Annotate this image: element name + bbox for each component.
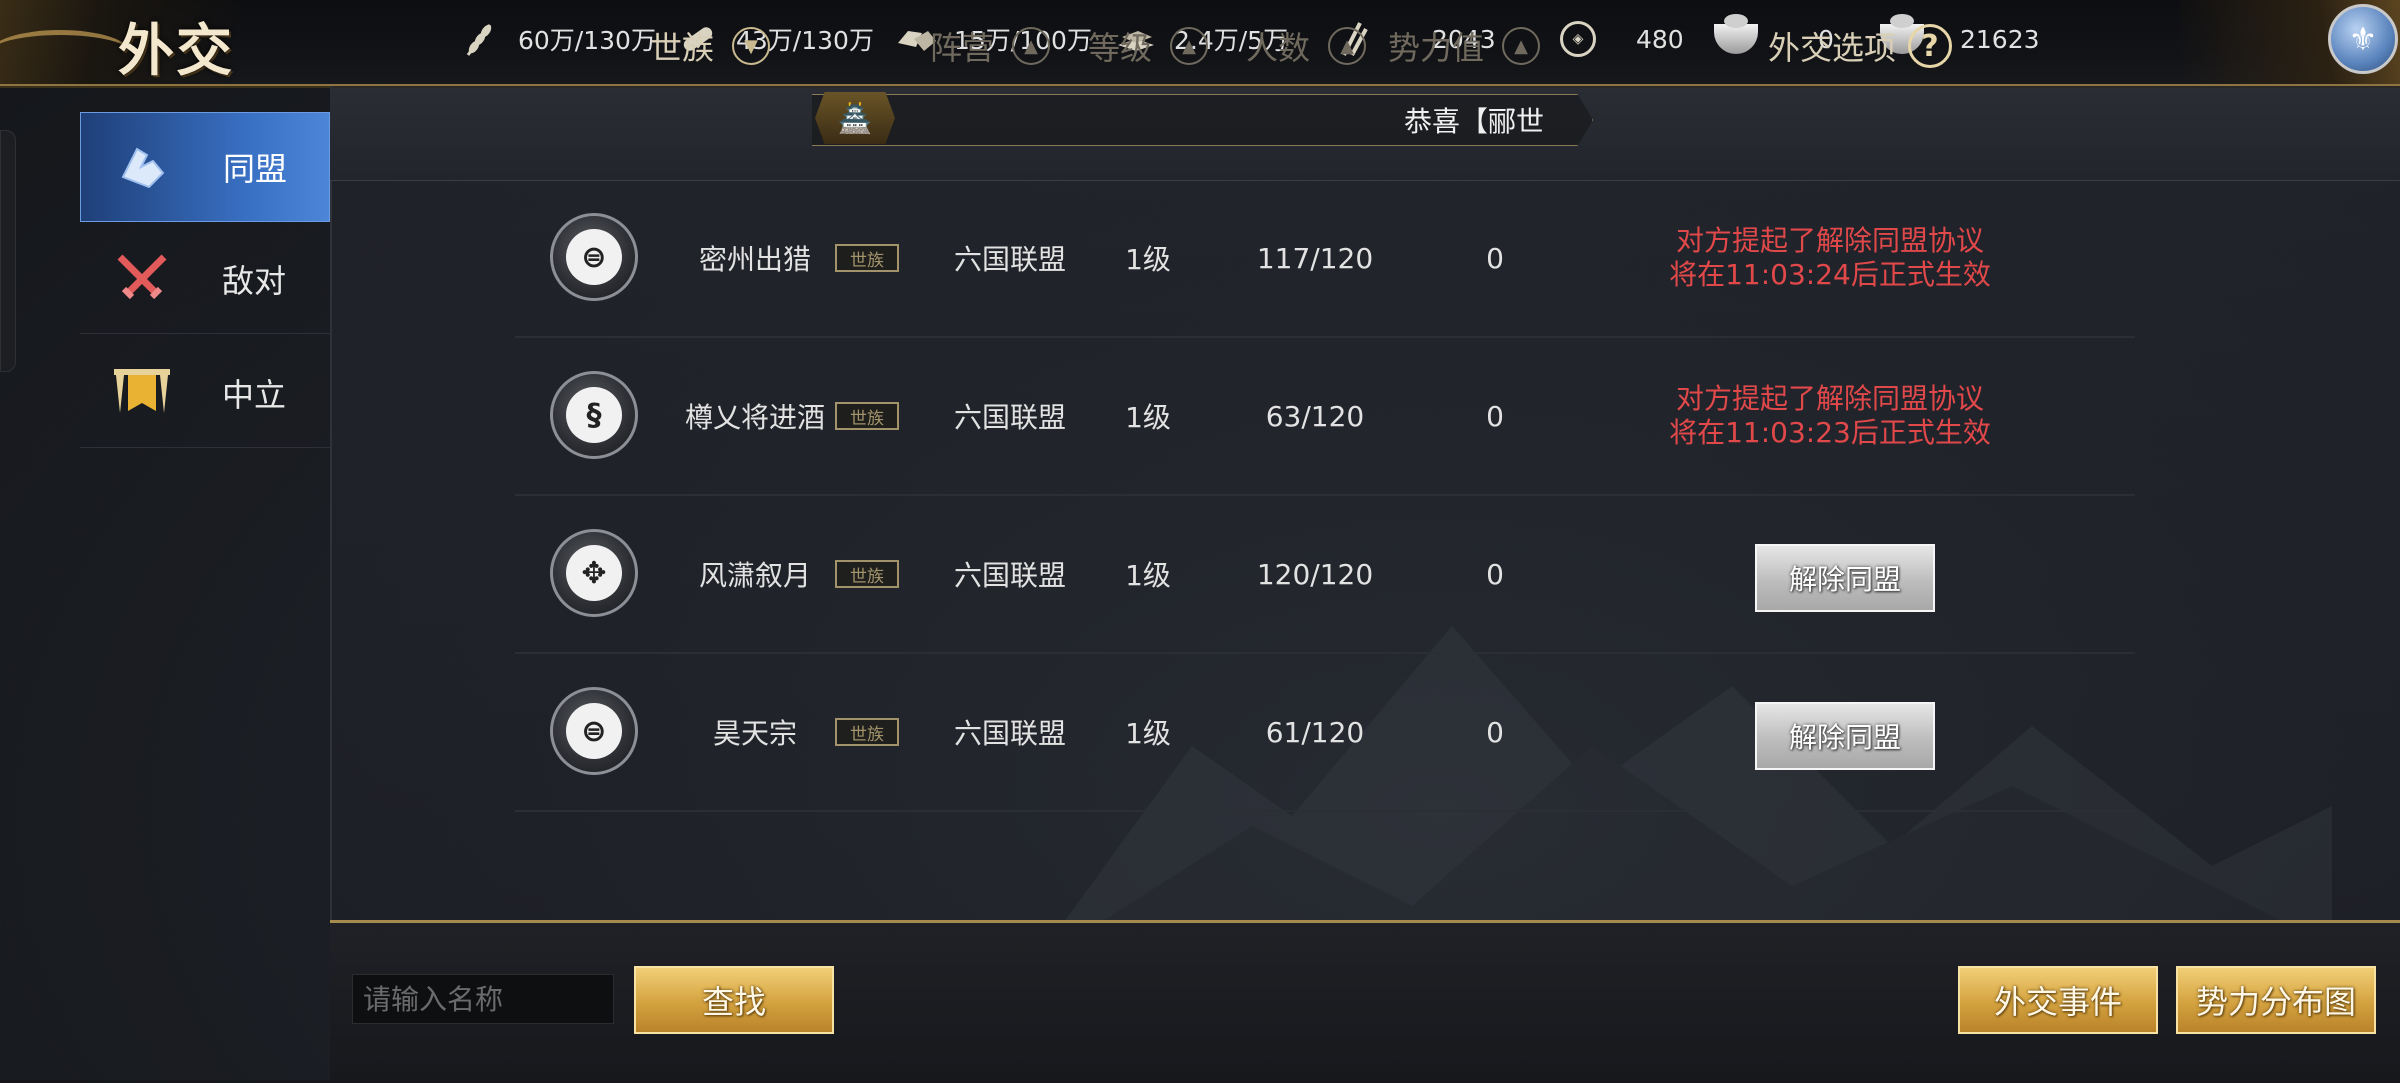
clan-emblem-icon: ⊜ [550, 687, 638, 775]
resource-copper-coin[interactable]: ◈ 480 [1556, 0, 1684, 78]
table-row[interactable]: § 樽乂将进酒 世族 六国联盟 1级 63/120 0 对方提起了解除同盟协议 … [515, 338, 2135, 496]
scrolling-notice: 恭喜【郦世 [1404, 105, 1545, 138]
header-label: 世族 [649, 29, 714, 67]
diplomacy-events-button[interactable]: 外交事件 [1958, 966, 2158, 1034]
sidebar-item-neutral[interactable]: 中立 [80, 338, 330, 448]
header-level[interactable]: 等级 ▲ [1068, 0, 1228, 92]
sidebar-item-label: 中立 [222, 375, 287, 414]
clan-power: 0 [1486, 557, 1504, 591]
clan-camp: 六国联盟 [953, 717, 1066, 750]
sort-up-icon[interactable]: ▲ [1502, 27, 1540, 65]
clan-tag-badge: 世族 [835, 402, 899, 430]
grain-icon [458, 17, 502, 61]
table-row[interactable]: ✥ 风潇叙月 世族 六国联盟 1级 120/120 0 解除同盟 [515, 496, 2135, 654]
clan-level: 1级 [1125, 717, 1171, 750]
clan-name[interactable]: 密州出猎 [655, 180, 855, 336]
table-row[interactable]: ⊜ 昊天宗 世族 六国联盟 1级 61/120 0 解除同盟 [515, 654, 2135, 812]
handshake-icon [103, 127, 183, 207]
header-label: 人数 [1245, 29, 1310, 67]
search-input[interactable] [352, 974, 614, 1024]
clan-members: 63/120 [1265, 399, 1365, 433]
header-members[interactable]: 人数 ▲ [1226, 0, 1386, 92]
page-title-area: 外交 [0, 0, 240, 84]
header-diplomacy-options: 外交选项 ? [1720, 0, 2000, 92]
page-title: 外交 [118, 18, 234, 84]
help-icon[interactable]: ? [1908, 24, 1952, 68]
clan-tag-badge: 世族 [835, 718, 899, 746]
sort-up-icon[interactable]: ▲ [1328, 27, 1366, 65]
clan-tag-badge: 世族 [835, 244, 899, 272]
title-swirl-decoration [0, 30, 130, 75]
break-alliance-button[interactable]: 解除同盟 [1755, 702, 1935, 770]
header-label: 阵营 [929, 29, 994, 67]
warning-line: 对方提起了解除同盟协议 [1675, 224, 1984, 257]
clan-name[interactable]: 昊天宗 [655, 654, 855, 810]
resource-value: 480 [1636, 24, 1684, 54]
clan-name[interactable]: 风潇叙月 [655, 496, 855, 652]
clan-level: 1级 [1125, 401, 1171, 434]
warning-line: 对方提起了解除同盟协议 [1675, 382, 1984, 415]
dissolve-warning: 对方提起了解除同盟协议 将在11:03:23后正式生效 [1610, 338, 2050, 494]
clan-camp: 六国联盟 [953, 243, 1066, 276]
clan-power: 0 [1486, 241, 1504, 275]
sort-up-icon[interactable]: ▲ [1012, 27, 1050, 65]
clan-power: 0 [1486, 399, 1504, 433]
clan-name[interactable]: 樽乂将进酒 [655, 338, 855, 494]
clan-members: 61/120 [1265, 715, 1365, 749]
header-power[interactable]: 势力值 ▲ [1384, 0, 1544, 92]
emblem-symbol: § [566, 387, 622, 443]
clan-camp: 六国联盟 [953, 401, 1066, 434]
header-label: 势力值 [1387, 29, 1484, 67]
banner-icon [102, 353, 182, 433]
sidebar-item-hostile[interactable]: 敌对 [80, 224, 330, 334]
left-edge-tab[interactable] [0, 130, 16, 372]
search-button[interactable]: 查找 [634, 966, 834, 1034]
clan-emblem-icon: ✥ [550, 529, 638, 617]
header-camp[interactable]: 阵营 ▲ [910, 0, 1070, 92]
emblem-symbol: ⊜ [566, 229, 622, 285]
chevron-down-icon[interactable]: ▼ [732, 27, 770, 65]
clan-members: 117/120 [1256, 241, 1374, 275]
avatar-emblem-button[interactable]: ⚜ [2328, 4, 2398, 74]
clan-power: 0 [1486, 715, 1504, 749]
warning-countdown: 将在11:03:24后正式生效 [1669, 258, 1991, 291]
header-clan[interactable]: 世族 ▼ [600, 0, 820, 92]
clan-camp: 六国联盟 [953, 559, 1066, 592]
coin-shape: ◈ [1560, 21, 1596, 57]
diplomacy-sidebar: 同盟 敌对 中立 [80, 112, 330, 462]
table-row[interactable]: ⊜ 密州出猎 世族 六国联盟 1级 117/120 0 对方提起了解除同盟协议 … [515, 180, 2135, 338]
clan-level: 1级 [1125, 243, 1171, 276]
emblem-symbol: ⊜ [566, 703, 622, 759]
clan-emblem-icon: ⊜ [550, 213, 638, 301]
break-alliance-button[interactable]: 解除同盟 [1755, 544, 1935, 612]
emblem-symbol: ✥ [566, 545, 622, 601]
header-label: 外交选项 [1767, 29, 1896, 67]
copper-coin-icon: ◈ [1556, 17, 1600, 61]
sidebar-item-alliance[interactable]: 同盟 [80, 112, 330, 222]
sidebar-item-label: 同盟 [223, 150, 288, 188]
sidebar-item-label: 敌对 [222, 261, 287, 300]
clan-level: 1级 [1125, 559, 1171, 592]
clan-tag-badge: 世族 [835, 560, 899, 588]
power-distribution-map-button[interactable]: 势力分布图 [2176, 966, 2376, 1034]
clan-members: 120/120 [1256, 557, 1374, 591]
header-label: 等级 [1087, 29, 1152, 67]
warning-countdown: 将在11:03:23后正式生效 [1669, 416, 1991, 449]
notice-badge-icon: 🏯 [815, 92, 895, 144]
clan-emblem-icon: § [550, 371, 638, 459]
crossed-swords-icon [102, 239, 182, 319]
dissolve-warning: 对方提起了解除同盟协议 将在11:03:24后正式生效 [1610, 180, 2050, 336]
sort-up-icon[interactable]: ▲ [1170, 27, 1208, 65]
